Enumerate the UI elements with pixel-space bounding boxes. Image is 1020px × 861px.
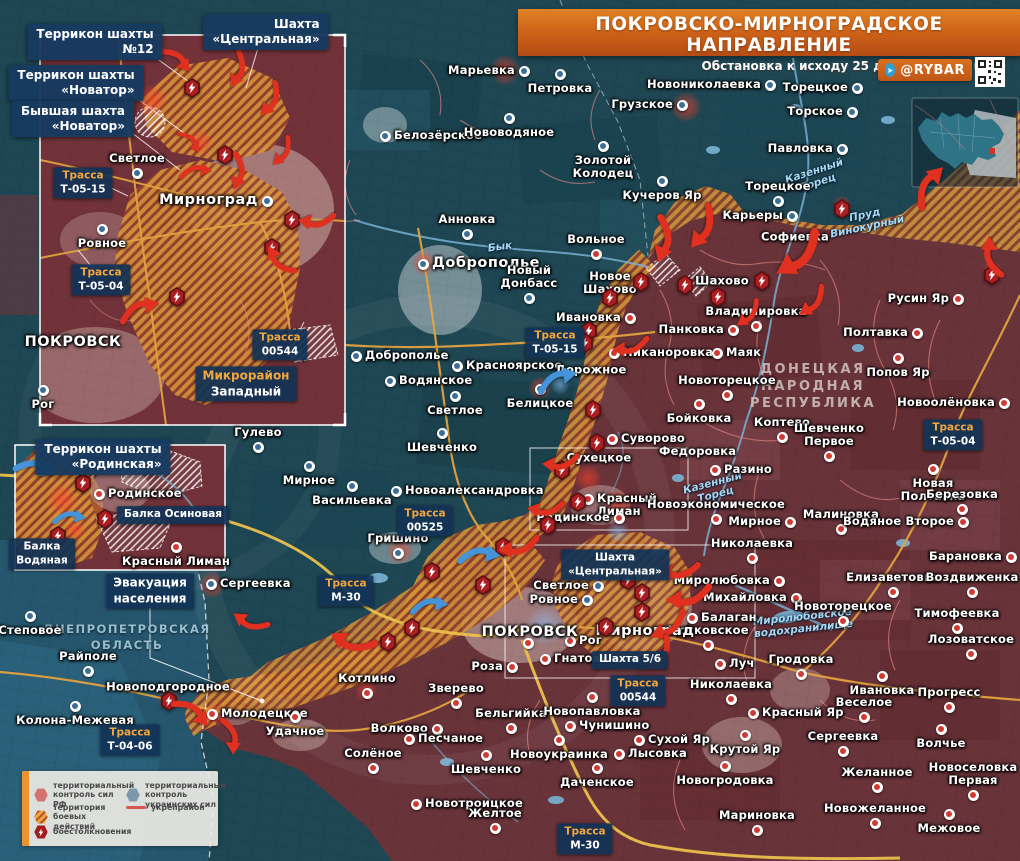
legend-accent-bar [22,771,29,846]
war-map-canvas: ДОНЕЦКАЯ НАРОДНАЯ РЕСПУБЛИКАДНЕПРОПЕТРОВ… [0,0,1020,861]
hex-ua-icon [126,788,140,802]
minimap-region-marker [989,148,995,154]
legend-item: укрепрайон [126,803,223,812]
map-title: ПОКРОВСКО-МИРНОГРАДСКОЕ НАПРАВЛЕНИЕ [518,9,1020,56]
legend-item: боестолкновения [34,825,125,839]
hex-combat-icon [34,810,48,824]
credit-chip: ➤ @RYBAR [878,59,972,81]
title-banner: ПОКРОВСКО-МИРНОГРАДСКОЕ НАПРАВЛЕНИЕ Обст… [518,9,1020,56]
map-legend: территориальный контроль сил РФтерритори… [22,771,218,846]
credit-handle: @RYBAR [900,63,965,78]
line-fort-icon [126,806,146,809]
legend-label: укрепрайон [151,803,223,812]
legend-label: боестолкновения [53,827,125,836]
map-base-layers [0,0,1020,861]
inset-rodynske-background [15,445,225,570]
ukraine-minimap [912,98,1018,187]
qr-code [975,57,1005,87]
inset-pokrovsk-background [25,35,345,425]
telegram-icon: ➤ [885,63,895,77]
hex-clash-icon [34,825,48,839]
hex-rf-icon [34,788,48,802]
